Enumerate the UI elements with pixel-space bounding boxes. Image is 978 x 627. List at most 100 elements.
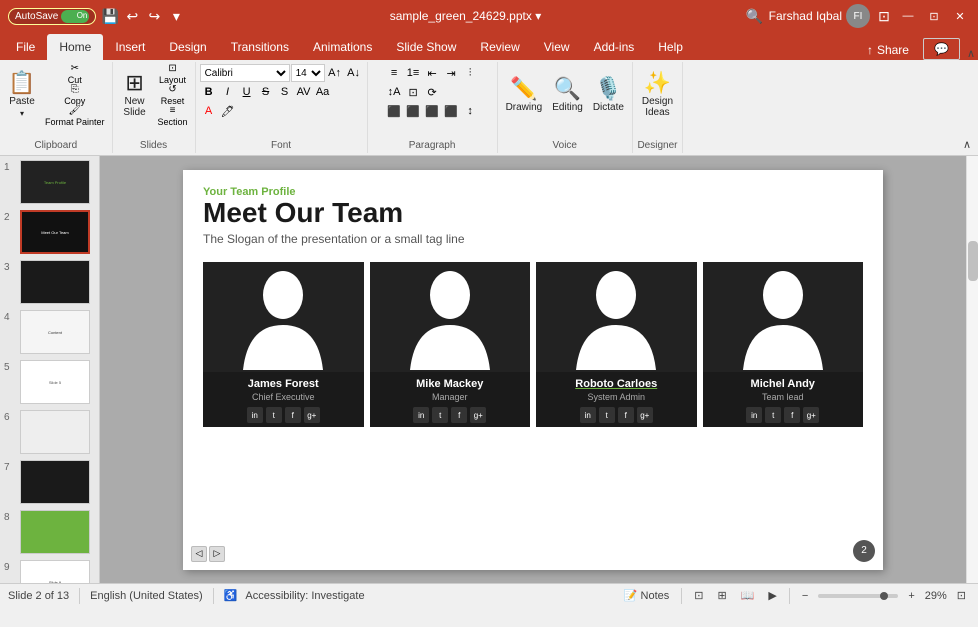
bold-button[interactable]: B (200, 83, 218, 101)
tab-view[interactable]: View (532, 34, 582, 60)
align-text-button[interactable]: ⊡ (404, 83, 422, 101)
reading-view-button[interactable]: 📖 (737, 588, 759, 603)
align-left-button[interactable]: ⬛ (385, 102, 403, 120)
undo-icon[interactable]: ↩ (124, 8, 140, 24)
slide-sorter-button[interactable]: ⊞ (713, 588, 730, 603)
comments-button[interactable]: 💬 (923, 38, 960, 60)
social-linkedin-3[interactable]: in (580, 407, 596, 423)
slide-nav-next[interactable]: ▷ (209, 546, 225, 562)
slide-thumb-5[interactable]: 5 Slide 5 (4, 360, 92, 404)
accessibility-text[interactable]: Accessibility: Investigate (245, 590, 364, 602)
slide-canvas[interactable]: Your Team Profile Meet Our Team The Slog… (183, 170, 883, 570)
dictate-button[interactable]: 🎙️ Dictate (589, 64, 628, 126)
font-name-select[interactable]: Calibri (200, 64, 290, 82)
font-size-select[interactable]: 14 (291, 64, 325, 82)
slide-thumb-9[interactable]: 9 Slide 9 (4, 560, 92, 583)
decrease-indent-button[interactable]: ⇤ (423, 64, 441, 82)
social-facebook-3[interactable]: f (618, 407, 634, 423)
tab-addins[interactable]: Add-ins (582, 34, 647, 60)
slide-thumb-2[interactable]: 2 Meet Our Team (4, 210, 92, 254)
normal-view-button[interactable]: ⊡ (690, 588, 707, 603)
tab-design[interactable]: Design (157, 34, 218, 60)
justify-button[interactable]: ⬛ (442, 102, 460, 120)
collapse-ribbon-button[interactable]: ∧ (964, 47, 978, 60)
filename-dropdown-icon[interactable]: ▾ (535, 9, 541, 23)
shadow-button[interactable]: S (276, 83, 294, 101)
character-spacing-button[interactable]: AV (295, 83, 313, 101)
increase-indent-button[interactable]: ⇥ (442, 64, 460, 82)
new-slide-button[interactable]: ⊞ New Slide (117, 64, 153, 126)
line-spacing-button[interactable]: ↕ (461, 102, 479, 120)
slide-thumb-1[interactable]: 1 Team Profile (4, 160, 92, 204)
drawing-button[interactable]: ✏️ Drawing (502, 64, 547, 126)
slide-thumb-8[interactable]: 8 (4, 510, 92, 554)
italic-button[interactable]: I (219, 83, 237, 101)
social-twitter-3[interactable]: t (599, 407, 615, 423)
align-right-button[interactable]: ⬛ (423, 102, 441, 120)
paste-button[interactable]: 📋 Paste ▾ (4, 64, 40, 126)
design-ideas-button[interactable]: ✨ Design Ideas (638, 64, 677, 126)
underline-button[interactable]: U (238, 83, 256, 101)
fit-page-button[interactable]: ⊡ (953, 588, 970, 603)
slide-thumb-6[interactable]: 6 (4, 410, 92, 454)
tab-review[interactable]: Review (468, 34, 531, 60)
tab-help[interactable]: Help (646, 34, 695, 60)
social-google-3[interactable]: g+ (637, 407, 653, 423)
social-linkedin-4[interactable]: in (746, 407, 762, 423)
slide-thumb-4[interactable]: 4 Content (4, 310, 92, 354)
social-facebook-4[interactable]: f (784, 407, 800, 423)
smartart-button[interactable]: ⟳ (423, 83, 441, 101)
section-button[interactable]: ≡ Section (155, 106, 191, 126)
restore-button[interactable]: ⊡ (924, 6, 944, 26)
slide-thumb-3[interactable]: 3 (4, 260, 92, 304)
close-button[interactable]: ✕ (950, 6, 970, 26)
zoom-out-button[interactable]: − (798, 589, 812, 603)
slide-thumb-7[interactable]: 7 (4, 460, 92, 504)
reset-button[interactable]: ↺ Reset (155, 85, 191, 105)
zoom-slider[interactable] (818, 594, 898, 598)
zoom-in-button[interactable]: + (904, 589, 918, 603)
layout-button[interactable]: ⊡ Layout (155, 64, 191, 84)
social-google-4[interactable]: g+ (803, 407, 819, 423)
increase-font-button[interactable]: A↑ (326, 64, 344, 82)
social-facebook-1[interactable]: f (285, 407, 301, 423)
strikethrough-button[interactable]: S (257, 83, 275, 101)
minimize-button[interactable]: — (898, 6, 918, 26)
social-facebook-2[interactable]: f (451, 407, 467, 423)
redo-icon[interactable]: ↪ (146, 8, 162, 24)
search-icon[interactable]: 🔍 (747, 8, 763, 24)
tab-insert[interactable]: Insert (103, 34, 157, 60)
tab-home[interactable]: Home (47, 34, 103, 60)
change-case-button[interactable]: Aa (314, 83, 332, 101)
columns-button[interactable]: ⫶ (461, 64, 479, 82)
customize-icon[interactable]: ▾ (168, 8, 184, 24)
social-google-1[interactable]: g+ (304, 407, 320, 423)
social-linkedin-2[interactable]: in (413, 407, 429, 423)
highlight-button[interactable]: 🖊 (219, 102, 237, 120)
paste-dropdown-icon[interactable]: ▾ (20, 109, 24, 118)
editing-button[interactable]: 🔍 Editing (548, 64, 587, 126)
autosave-toggle[interactable] (61, 10, 89, 23)
align-center-button[interactable]: ⬛ (404, 102, 422, 120)
share-button[interactable]: ↑ Share (857, 40, 919, 60)
format-painter-button[interactable]: 🖌 Format Painter (42, 106, 108, 126)
social-google-2[interactable]: g+ (470, 407, 486, 423)
social-twitter-2[interactable]: t (432, 407, 448, 423)
social-twitter-4[interactable]: t (765, 407, 781, 423)
social-linkedin-1[interactable]: in (247, 407, 263, 423)
vertical-scrollbar[interactable] (966, 156, 978, 583)
slide-show-button[interactable]: ▶ (764, 588, 780, 603)
social-twitter-1[interactable]: t (266, 407, 282, 423)
save-icon[interactable]: 💾 (102, 8, 118, 24)
slide-title[interactable]: Meet Our Team (203, 198, 863, 229)
decrease-font-button[interactable]: A↓ (345, 64, 363, 82)
notes-button[interactable]: 📝 Notes (620, 588, 674, 603)
scroll-thumb[interactable] (968, 241, 978, 281)
copy-button[interactable]: ⎘ Copy (42, 85, 108, 105)
slide-nav-prev[interactable]: ◁ (191, 546, 207, 562)
text-direction-button[interactable]: ↕A (385, 83, 403, 101)
zoom-level[interactable]: 29% (925, 590, 947, 602)
tab-transitions[interactable]: Transitions (219, 34, 301, 60)
cut-button[interactable]: ✂ Cut (42, 64, 108, 84)
tab-animations[interactable]: Animations (301, 34, 384, 60)
